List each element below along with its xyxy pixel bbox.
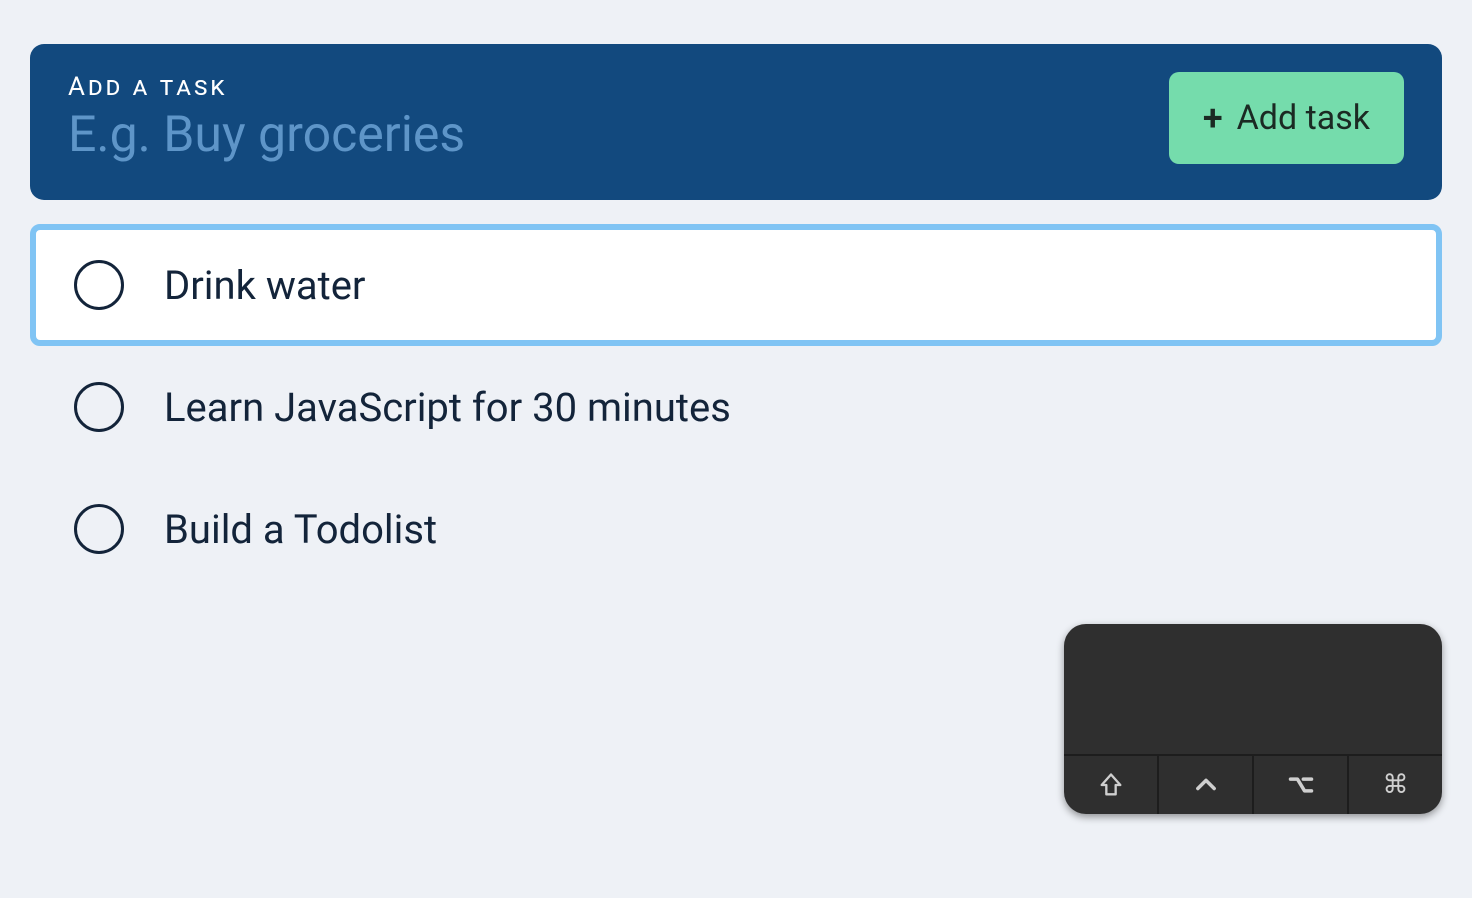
- task-checkbox[interactable]: [74, 382, 124, 432]
- task-checkbox[interactable]: [74, 504, 124, 554]
- control-key[interactable]: [1159, 756, 1254, 814]
- add-task-bar: Add a task + Add task: [30, 44, 1442, 200]
- task-checkbox[interactable]: [74, 260, 124, 310]
- option-key[interactable]: [1254, 756, 1349, 814]
- task-row[interactable]: Build a Todolist: [30, 468, 1442, 590]
- add-task-label: Add a task: [68, 72, 968, 102]
- task-row[interactable]: Drink water: [30, 224, 1442, 346]
- command-key[interactable]: ⌘: [1349, 756, 1442, 814]
- shift-key[interactable]: [1064, 756, 1159, 814]
- add-task-button-label: Add task: [1237, 98, 1370, 138]
- task-text: Learn JavaScript for 30 minutes: [164, 384, 731, 431]
- task-row[interactable]: Learn JavaScript for 30 minutes: [30, 346, 1442, 468]
- hotkey-overlay: ⌘: [1064, 624, 1442, 814]
- hotkey-display: [1064, 624, 1442, 756]
- task-text: Build a Todolist: [164, 506, 437, 553]
- control-icon: [1192, 771, 1220, 799]
- command-icon: ⌘: [1383, 772, 1409, 798]
- add-task-left: Add a task: [68, 72, 968, 164]
- add-task-input[interactable]: [68, 106, 968, 164]
- task-text: Drink water: [164, 262, 365, 309]
- add-task-button[interactable]: + Add task: [1169, 72, 1404, 164]
- plus-icon: +: [1203, 100, 1223, 136]
- option-icon: [1287, 771, 1315, 799]
- shift-icon: [1097, 771, 1125, 799]
- hotkey-key-row: ⌘: [1064, 756, 1442, 814]
- task-list: Drink water Learn JavaScript for 30 minu…: [30, 224, 1442, 590]
